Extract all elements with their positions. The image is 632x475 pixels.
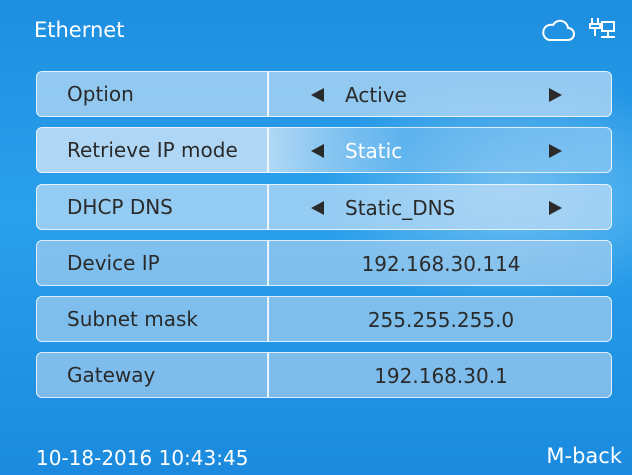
arrow-right-icon[interactable] [549, 88, 562, 102]
arrow-left-icon[interactable] [311, 144, 324, 158]
device-ip-row: Device IP 192.168.30.114 [36, 240, 612, 286]
datetime-display: 10-18-2016 10:43:45 [36, 446, 249, 470]
option-label: Option [36, 71, 268, 117]
cloud-icon [540, 19, 576, 47]
option-value: Active [345, 83, 407, 107]
device-ip-value: 192.168.30.114 [361, 252, 521, 276]
arrow-left-icon[interactable] [311, 201, 324, 215]
gateway-label: Gateway [36, 352, 268, 398]
network-plug-icon [588, 16, 618, 48]
page-title: Ethernet [34, 18, 125, 42]
subnet-mask-label: Subnet mask [36, 296, 268, 342]
dhcp-dns-selector[interactable]: Static_DNS [268, 184, 612, 230]
back-button[interactable]: M-back [546, 444, 622, 468]
gateway-field: 192.168.30.1 [268, 352, 612, 398]
dhcp-dns-label: DHCP DNS [36, 184, 268, 230]
dhcp-dns-value: Static_DNS [345, 196, 456, 220]
retrieve-ip-mode-row[interactable]: Retrieve IP mode Static [36, 127, 612, 173]
subnet-mask-field: 255.255.255.0 [268, 296, 612, 342]
subnet-mask-value: 255.255.255.0 [367, 308, 515, 332]
option-selector[interactable]: Active [268, 71, 612, 117]
retrieve-ip-mode-selector[interactable]: Static [268, 127, 612, 173]
retrieve-ip-mode-value: Static [345, 139, 403, 163]
subnet-mask-row: Subnet mask 255.255.255.0 [36, 296, 612, 342]
retrieve-ip-mode-label: Retrieve IP mode [36, 127, 268, 173]
arrow-right-icon[interactable] [549, 201, 562, 215]
option-row[interactable]: Option Active [36, 71, 612, 117]
title-bar: Ethernet [0, 0, 632, 62]
dhcp-dns-row[interactable]: DHCP DNS Static_DNS [36, 184, 612, 230]
gateway-value: 192.168.30.1 [374, 364, 508, 388]
arrow-right-icon[interactable] [549, 144, 562, 158]
gateway-row: Gateway 192.168.30.1 [36, 352, 612, 398]
arrow-left-icon[interactable] [311, 88, 324, 102]
device-ip-field: 192.168.30.114 [268, 240, 612, 286]
ethernet-screen: Ethernet Option Active Retrieve IP mode [0, 0, 632, 475]
device-ip-label: Device IP [36, 240, 268, 286]
